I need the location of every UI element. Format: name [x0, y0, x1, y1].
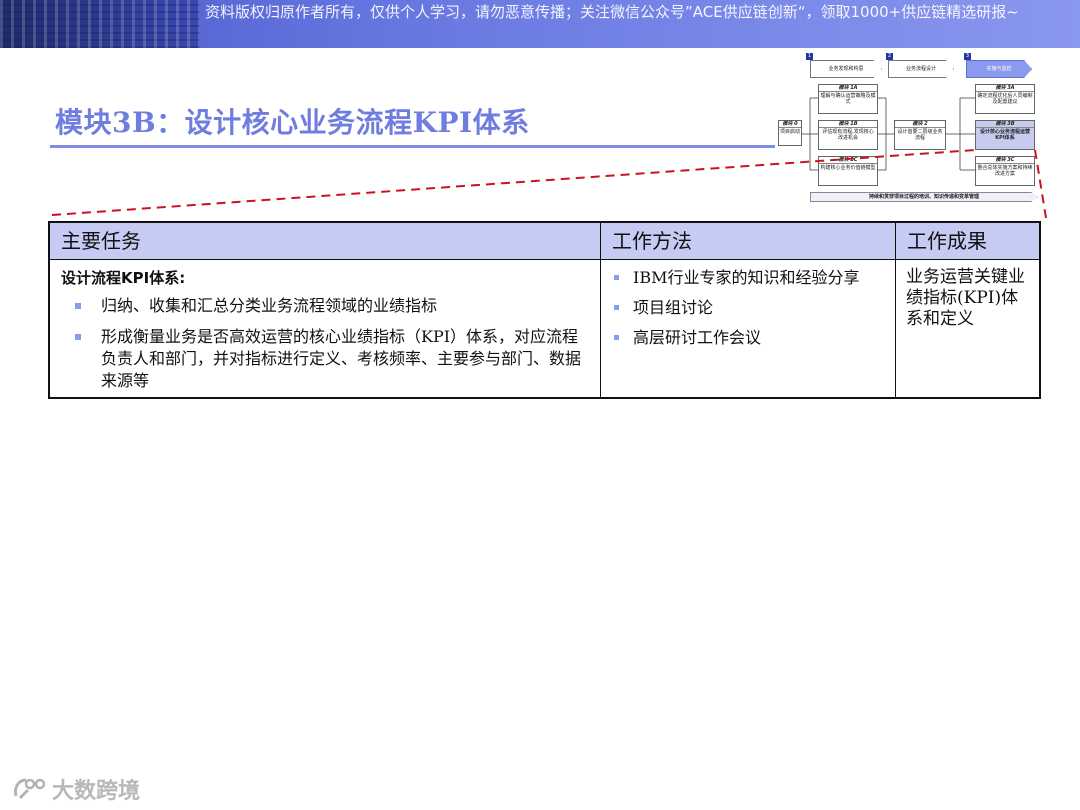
list-item: IBM行业专家的知识和经验分享: [612, 267, 885, 289]
list-item: 项目组讨论: [612, 297, 885, 319]
method-item-text: IBM行业专家的知识和经验分享: [633, 268, 860, 287]
watermark-text: 大数跨境: [52, 779, 141, 804]
results-header: 工作成果: [896, 223, 1039, 260]
watermark-logo-icon: [14, 778, 46, 800]
tasks-lead: 设计流程KPI体系:: [61, 269, 186, 287]
methods-column: 工作方法 IBM行业专家的知识和经验分享 项目组讨论 高层研讨工作会议: [601, 223, 896, 397]
task-item-text: 归纳、收集和汇总分类业务流程领域的业绩指标: [101, 296, 438, 315]
bullet-icon: [75, 334, 81, 340]
results-cell: 业务运营关键业绩指标(KPI)体系和定义: [906, 267, 1025, 329]
methods-cell: IBM行业专家的知识和经验分享 项目组讨论 高层研讨工作会议: [601, 260, 895, 349]
bullet-icon: [75, 303, 81, 309]
tasks-cell: 设计流程KPI体系: 归纳、收集和汇总分类业务流程领域的业绩指标 形成衡量业务是…: [50, 260, 600, 392]
task-item-text: 形成衡量业务是否高效运营的核心业绩指标（KPI）体系，对应流程负责人和部门，并对…: [101, 327, 582, 390]
list-item: 归纳、收集和汇总分类业务流程领域的业绩指标: [61, 295, 590, 317]
method-item-text: 高层研讨工作会议: [633, 328, 762, 347]
methods-header: 工作方法: [601, 223, 895, 260]
method-item-text: 项目组讨论: [633, 298, 714, 317]
task-table: 主要任务 设计流程KPI体系: 归纳、收集和汇总分类业务流程领域的业绩指标 形成…: [48, 221, 1041, 399]
results-column: 工作成果 业务运营关键业绩指标(KPI)体系和定义: [896, 223, 1039, 397]
bullet-icon: [614, 335, 619, 340]
tasks-header: 主要任务: [50, 223, 600, 260]
callout-lines: [51, 149, 1047, 219]
watermark: 大数跨境: [12, 774, 140, 804]
bullet-icon: [614, 275, 619, 280]
list-item: 形成衡量业务是否高效运营的核心业绩指标（KPI）体系，对应流程负责人和部门，并对…: [61, 326, 590, 392]
list-item: 高层研讨工作会议: [612, 327, 885, 349]
bullet-icon: [614, 305, 619, 310]
tasks-column: 主要任务 设计流程KPI体系: 归纳、收集和汇总分类业务流程领域的业绩指标 形成…: [50, 223, 601, 397]
methods-list: IBM行业专家的知识和经验分享 项目组讨论 高层研讨工作会议: [612, 267, 885, 349]
tasks-list: 归纳、收集和汇总分类业务流程领域的业绩指标 形成衡量业务是否高效运营的核心业绩指…: [61, 295, 590, 392]
